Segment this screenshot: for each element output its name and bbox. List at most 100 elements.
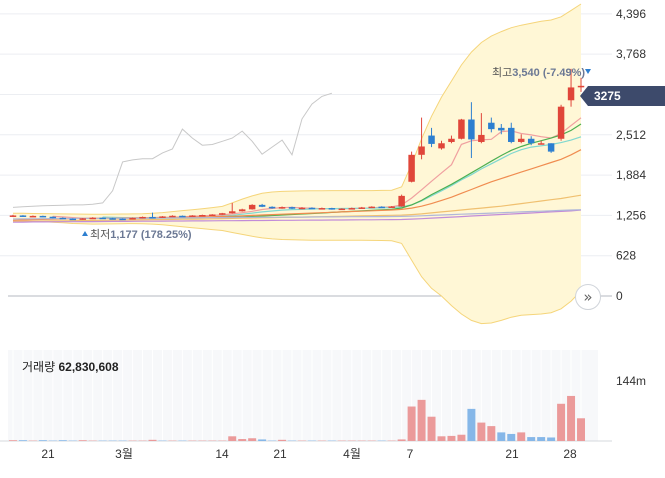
candle-body [308,207,316,210]
candle-body [79,218,86,220]
candle-body [238,209,246,212]
candle-body [29,215,37,218]
candle-body [378,206,385,209]
candle-body [498,127,505,131]
high-annotation: 최고3,540 (-7.49%) [492,66,585,79]
volume-bar [437,436,446,441]
y-tick-label: 3,768 [616,47,646,61]
last-price-tag: 3275 [580,86,665,106]
volume-value: 62,830,608 [58,360,119,374]
volume-label: 거래량 62,830,608 [22,358,119,375]
y-tick-label: 628 [616,249,636,263]
expand-chart-button[interactable]: » [575,284,601,310]
volume-bar [238,439,247,441]
x-tick-label: 7 [407,447,414,461]
volume-bar [477,422,486,441]
candle-body [328,208,336,210]
volume-bar [567,395,576,441]
candle-body [438,143,445,149]
volume-bar [487,426,496,441]
volume-bar [457,434,466,441]
candle-body [258,204,266,207]
volume-bar [527,437,536,441]
volume-bar [78,440,87,441]
candle-body [278,207,286,209]
volume-bar [517,432,526,441]
candle-body [19,215,27,217]
x-tick-label: 3월 [115,447,133,461]
y-tick-label: 1,884 [616,168,646,182]
x-tick-label: 21 [41,447,55,461]
candle-body [288,207,296,209]
candle-body [59,217,67,220]
volume-bar [557,403,566,441]
x-tick-label: 21 [273,447,287,461]
candle-body [39,215,47,218]
candle-body [69,218,77,221]
candle-body [368,206,375,209]
candle-body [348,208,356,210]
volume-bar [38,440,47,441]
candle-body [537,143,545,145]
volume-bar [407,406,416,441]
candle-body [488,122,495,130]
volume-bar [248,438,257,441]
y-tick-label: 0 [616,289,623,303]
candle-body [567,87,575,101]
bollinger-band [12,3,582,325]
volume-bar [507,433,516,441]
candle-body [318,208,326,210]
volume-bar [427,416,436,441]
volume-bar [497,432,506,441]
volume-bar [397,439,406,441]
candle-body [199,215,206,217]
last-price-tag-arrow [580,86,588,106]
candle-body [398,195,405,207]
candle-body [547,143,555,152]
x-tick-label: 21 [505,447,519,461]
y-tick-label: 2,512 [616,128,646,142]
candle-body [527,138,535,144]
volume-bar [467,408,476,441]
candle-body [49,216,57,219]
candle-body [298,207,306,210]
candle-body [189,215,196,217]
stock-chart: 06281,2561,8842,5123,1403,7684,396 최고3,5… [0,3,646,461]
candle-body [9,215,17,217]
volume-bar [537,437,546,441]
volume-bar [58,440,67,441]
candle-body [557,106,565,139]
candle-body [89,217,96,220]
candle-body [408,154,415,182]
volume-tick-label: 144m [616,374,646,388]
x-tick-label: 4월 [343,447,361,461]
y-tick-label: 4,396 [616,7,646,21]
low-annotation: 최저1,177 (178.25%) [90,228,192,241]
candle-body [478,134,485,142]
candle-body [448,138,455,142]
candle-body [219,213,226,215]
candle-body [209,214,216,216]
volume-bar [447,435,456,441]
candle-body [169,215,176,218]
low-marker-icon [82,231,88,236]
candle-body [428,135,435,144]
candle-body [99,217,106,220]
volume-label-text: 거래량 [22,360,56,374]
candle-body [458,119,465,139]
candle-body [248,204,256,210]
volume-bar [258,439,267,441]
candle-body [517,138,525,142]
candle-body [388,206,395,208]
candle-body [468,119,475,140]
candle-body [129,218,136,220]
candle-body [109,218,116,220]
candle-body [338,208,346,211]
last-price-value: 3275 [588,86,665,106]
candle-body [179,215,186,218]
volume-bar [417,399,426,441]
candle-body [358,207,366,209]
candle-body [268,206,276,209]
volume-bar [148,439,157,441]
candle-body [149,216,156,219]
